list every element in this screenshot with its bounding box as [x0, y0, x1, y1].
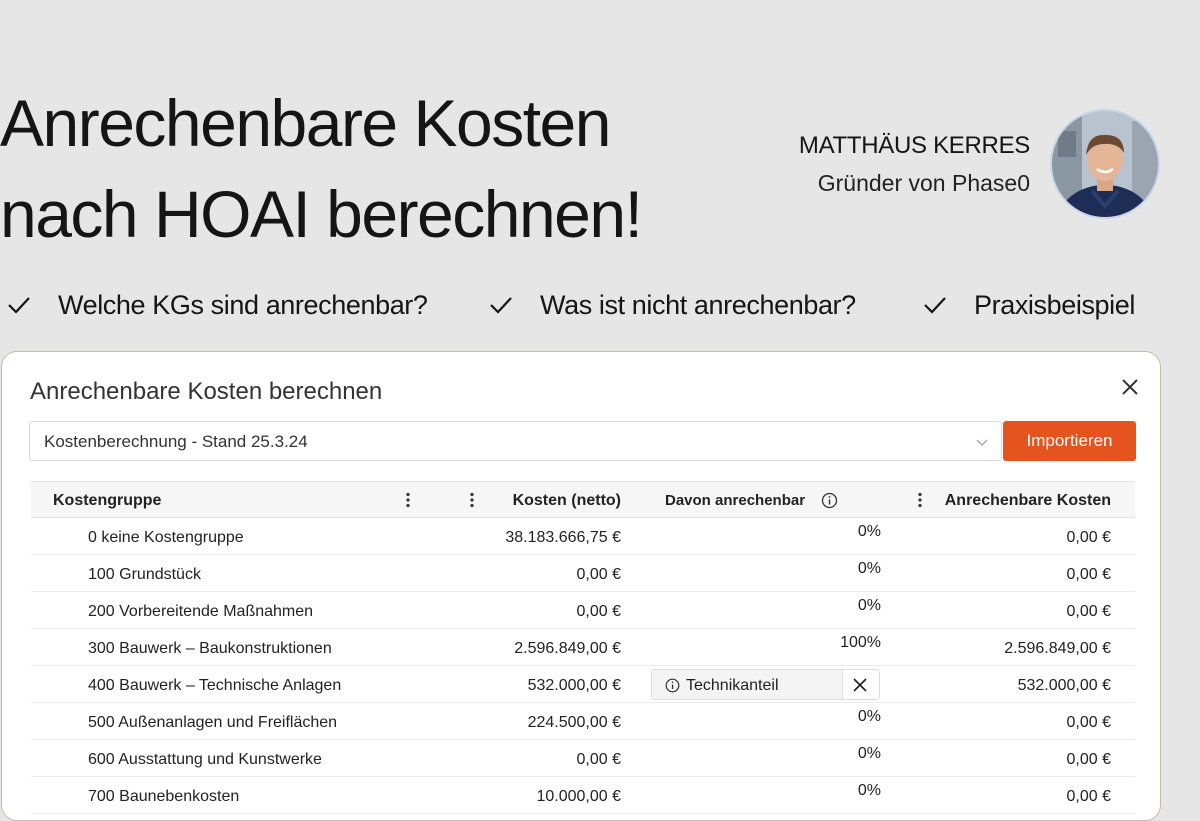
cell-kostengruppe: 100 Grundstück	[88, 566, 201, 583]
author-info: MATTHÄUS KERRES Gründer von Phase0	[799, 130, 1030, 199]
cost-source-select[interactable]: Kostenberechnung - Stand 25.3.24	[29, 421, 1002, 461]
cell-anrechenbar: 2.596.849,00 €	[1004, 640, 1111, 657]
cell-kostengruppe: 200 Vorbereitende Maßnahmen	[88, 603, 314, 620]
cell-anrechenbar: 0,00 €	[1066, 529, 1111, 546]
cell-davon[interactable]: 100%	[840, 634, 881, 652]
cell-kostengruppe: 0 keine Kostengruppe	[88, 529, 244, 546]
feature-item: Welche KGs sind anrechenbar?	[6, 282, 428, 328]
cell-kosten: 0,00 €	[576, 751, 621, 768]
cell-kostengruppe: 300 Bauwerk – Baukonstruktionen	[88, 640, 332, 657]
info-icon[interactable]	[821, 492, 838, 509]
dialog-title: Anrechenbare Kosten berechnen	[30, 378, 383, 405]
cell-davon[interactable]: 0%	[858, 745, 881, 763]
close-icon[interactable]	[1118, 375, 1142, 399]
headline-line-1: Anrechenbare Kosten	[0, 86, 611, 160]
cell-kosten: 2.596.849,00 €	[514, 640, 621, 657]
column-menu-icon[interactable]	[405, 492, 411, 508]
feature-label: Was ist nicht anrechenbar?	[540, 289, 856, 320]
cell-kosten: 0,00 €	[576, 603, 621, 620]
cell-anrechenbar: 0,00 €	[1066, 788, 1111, 805]
check-icon	[924, 297, 946, 314]
cell-anrechenbar: 0,00 €	[1066, 751, 1111, 768]
close-icon[interactable]	[852, 677, 868, 693]
import-button[interactable]: Importieren	[1003, 421, 1136, 461]
cell-kostengruppe: 400 Bauwerk – Technische Anlagen	[88, 677, 342, 694]
cell-davon[interactable]: 0%	[858, 782, 881, 800]
feature-item: Praxisbeispiel	[922, 282, 1135, 328]
cell-anrechenbar: 0,00 €	[1066, 603, 1111, 620]
info-icon	[665, 678, 680, 693]
column-menu-icon[interactable]	[469, 492, 475, 508]
column-header-kostengruppe[interactable]: Kostengruppe	[53, 492, 161, 510]
cell-anrechenbar: 532.000,00 €	[1017, 677, 1111, 694]
column-header-anrechenbar[interactable]: Anrechenbare Kosten	[945, 492, 1111, 510]
column-header-davon[interactable]: Davon anrechenbar	[665, 492, 805, 509]
cell-kosten: 38.183.666,75 €	[505, 529, 621, 546]
cell-kostengruppe: 500 Außenanlagen und Freiflächen	[88, 714, 338, 731]
table-row[interactable]: 300 Bauwerk – Baukonstruktionen 2.596.84…	[31, 629, 1135, 666]
table-row[interactable]: 500 Außenanlagen und Freiflächen 224.500…	[31, 703, 1135, 740]
table-header: Kostengruppe Kosten (netto) Davon anrech…	[31, 481, 1135, 518]
cell-anrechenbar: 0,00 €	[1066, 714, 1111, 731]
table-row[interactable]: 100 Grundstück 0,00 € 0% 0,00 €	[31, 555, 1135, 592]
cell-kosten: 0,00 €	[576, 566, 621, 583]
cell-kostengruppe: 700 Baunebenkosten	[88, 788, 240, 805]
check-icon	[8, 297, 30, 314]
table-row[interactable]: 700 Baunebenkosten 10.000,00 € 0% 0,00 €	[31, 777, 1135, 814]
feature-item: Was ist nicht anrechenbar?	[488, 282, 856, 328]
cell-davon[interactable]: 0%	[858, 560, 881, 578]
feature-label: Welche KGs sind anrechenbar?	[58, 289, 428, 320]
cell-davon[interactable]: 0%	[858, 523, 881, 541]
cell-kosten: 10.000,00 €	[536, 788, 621, 805]
column-header-kosten[interactable]: Kosten (netto)	[513, 492, 621, 510]
check-icon	[490, 297, 512, 314]
table-row[interactable]: 600 Ausstattung und Kunstwerke 0,00 € 0%…	[31, 740, 1135, 777]
author-name: MATTHÄUS KERRES	[798, 132, 1030, 159]
feature-label: Praxisbeispiel	[974, 289, 1135, 320]
chevron-down-icon	[976, 439, 988, 447]
select-value: Kostenberechnung - Stand 25.3.24	[44, 432, 308, 451]
table-row[interactable]: 0 keine Kostengruppe 38.183.666,75 € 0% …	[31, 518, 1135, 555]
chip-label: Technikanteil	[686, 677, 779, 694]
column-menu-icon[interactable]	[917, 492, 923, 508]
cell-kostengruppe: 600 Ausstattung und Kunstwerke	[88, 751, 322, 768]
cost-table: Kostengruppe Kosten (netto) Davon anrech…	[31, 481, 1135, 814]
cell-kosten: 224.500,00 €	[527, 714, 621, 731]
calculation-dialog: Anrechenbare Kosten berechnen Kostenbere…	[1, 351, 1161, 821]
table-row[interactable]: 400 Bauwerk – Technische Anlagen 532.000…	[31, 666, 1135, 703]
chip-body[interactable]: Technikanteil	[652, 670, 843, 699]
cell-davon[interactable]: 0%	[858, 597, 881, 615]
avatar	[1050, 109, 1160, 219]
headline: Anrechenbare Kosten nach HOAI berechnen!	[0, 78, 643, 260]
cell-kosten: 532.000,00 €	[527, 677, 621, 694]
cell-davon[interactable]: 0%	[858, 708, 881, 726]
technikanteil-chip[interactable]: Technikanteil	[651, 669, 880, 700]
cell-anrechenbar: 0,00 €	[1066, 566, 1111, 583]
table-row[interactable]: 200 Vorbereitende Maßnahmen 0,00 € 0% 0,…	[31, 592, 1135, 629]
feature-list: Welche KGs sind anrechenbar? Was ist nic…	[0, 282, 1200, 328]
author-role: Gründer von Phase0	[817, 170, 1030, 196]
headline-line-2: nach HOAI berechnen!	[0, 177, 643, 251]
